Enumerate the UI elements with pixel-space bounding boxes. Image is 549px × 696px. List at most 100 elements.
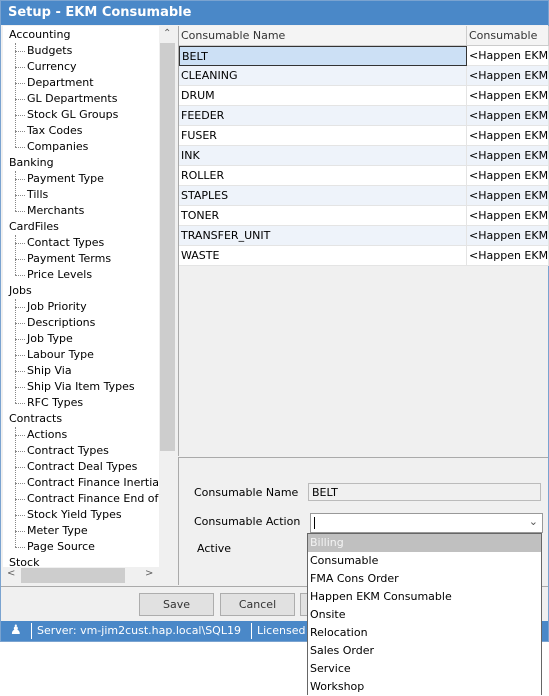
tree-connector: [15, 339, 25, 340]
dropdown-option[interactable]: FMA Cons Order: [308, 570, 541, 588]
table-row[interactable]: WASTE<Happen EKM Co: [179, 246, 549, 266]
dropdown-option[interactable]: Relocation: [308, 624, 541, 642]
table-row[interactable]: FEEDER<Happen EKM Co: [179, 106, 549, 126]
table-row[interactable]: ROLLER<Happen EKM Co: [179, 166, 549, 186]
column-header-action[interactable]: Consumable Acti: [467, 26, 549, 62]
scroll-up-icon[interactable]: ⌃: [163, 28, 171, 39]
tree-item[interactable]: Page Source: [27, 539, 95, 555]
table-row[interactable]: INK<Happen EKM Co: [179, 146, 549, 166]
tree-item[interactable]: Contract Types: [27, 443, 109, 459]
tree-connector: [15, 499, 25, 500]
table-row[interactable]: DRUM<Happen EKM Co: [179, 86, 549, 106]
dropdown-option[interactable]: Sales Order: [308, 642, 541, 660]
tree-item[interactable]: Companies: [27, 139, 88, 155]
column-header-name[interactable]: Consumable Name: [179, 26, 467, 46]
tree-item[interactable]: Job Priority: [27, 299, 87, 315]
tree-vertical-scrollbar[interactable]: ⌃: [159, 26, 176, 567]
tree-item[interactable]: GL Departments: [27, 91, 117, 107]
tree-item[interactable]: Merchants: [27, 203, 84, 219]
consumable-action-dropdown-list[interactable]: Billing Consumable FMA Cons Order Happen EK…: [307, 533, 542, 695]
tree-item[interactable]: Stock Yield Types: [27, 507, 122, 523]
tree-item[interactable]: Contract Finance Inertia: [27, 475, 159, 491]
tree-connector: [15, 307, 25, 308]
cell-consumable-name[interactable]: BELT: [179, 46, 467, 66]
tree-category[interactable]: Jobs: [9, 283, 32, 299]
tree-connector: [15, 195, 25, 196]
tree-item[interactable]: Actions: [27, 427, 67, 443]
dropdown-option[interactable]: Service: [308, 660, 541, 678]
tree-item[interactable]: Tax Codes: [27, 123, 83, 139]
cell-consumable-action[interactable]: <Happen EKM Co: [467, 126, 549, 146]
tree-connector: [15, 547, 25, 548]
tree-category[interactable]: Contracts: [9, 411, 62, 427]
cell-consumable-name[interactable]: DRUM: [179, 86, 467, 106]
dropdown-option[interactable]: Happen EKM Consumable: [308, 588, 541, 606]
dropdown-option[interactable]: Consumable: [308, 552, 541, 570]
cell-consumable-action[interactable]: <Happen EKM Co: [467, 46, 549, 66]
tree-category[interactable]: Banking: [9, 155, 54, 171]
cell-consumable-action[interactable]: <Happen EKM Co: [467, 206, 549, 226]
tree-item[interactable]: Ship Via: [27, 363, 72, 379]
tree-item[interactable]: RFC Types: [27, 395, 83, 411]
cell-consumable-action[interactable]: <Happen EKM Co: [467, 246, 549, 266]
table-row[interactable]: FUSER<Happen EKM Co: [179, 126, 549, 146]
setup-tree[interactable]: Accounting Budgets Currency Department GL De…: [3, 26, 159, 567]
consumable-action-select[interactable]: ⌄: [310, 513, 543, 533]
tree-item[interactable]: Contract Deal Types: [27, 459, 137, 475]
cell-consumable-name[interactable]: WASTE: [179, 246, 467, 266]
cell-consumable-name[interactable]: CLEANING: [179, 66, 467, 86]
cell-consumable-action[interactable]: <Happen EKM Co: [467, 106, 549, 126]
save-button[interactable]: Save: [139, 593, 214, 616]
cell-consumable-name[interactable]: TRANSFER_UNIT: [179, 226, 467, 246]
scroll-right-icon[interactable]: >: [145, 568, 153, 579]
tree-item[interactable]: Currency: [27, 59, 77, 75]
tree-item[interactable]: Stock GL Groups: [27, 107, 118, 123]
tree-item[interactable]: Descriptions: [27, 315, 95, 331]
cell-consumable-action[interactable]: <Happen EKM Co: [467, 66, 549, 86]
cell-consumable-action[interactable]: <Happen EKM Co: [467, 226, 549, 246]
cell-consumable-name[interactable]: FEEDER: [179, 106, 467, 126]
consumable-name-field[interactable]: BELT: [308, 483, 541, 501]
table-row[interactable]: TRANSFER_UNIT<Happen EKM Co: [179, 226, 549, 246]
tree-connector: [15, 147, 25, 148]
cell-consumable-action[interactable]: <Happen EKM Co: [467, 146, 549, 166]
cell-consumable-action[interactable]: <Happen EKM Co: [467, 186, 549, 206]
scroll-left-icon[interactable]: <: [7, 568, 15, 579]
cell-consumable-action[interactable]: <Happen EKM Co: [467, 166, 549, 186]
cell-consumable-name[interactable]: TONER: [179, 206, 467, 226]
tree-item[interactable]: Job Type: [27, 331, 73, 347]
chevron-down-icon[interactable]: ⌄: [529, 515, 538, 528]
cell-consumable-name[interactable]: ROLLER: [179, 166, 467, 186]
scrollbar-thumb[interactable]: [160, 43, 175, 451]
dropdown-option[interactable]: Billing: [308, 534, 541, 552]
table-row[interactable]: TONER<Happen EKM Co: [179, 206, 549, 226]
tree-item[interactable]: Department: [27, 75, 94, 91]
tree-item[interactable]: Budgets: [27, 43, 72, 59]
tree-item[interactable]: Price Levels: [27, 267, 92, 283]
tree-category[interactable]: Stock: [9, 555, 39, 567]
tree-item[interactable]: Meter Type: [27, 523, 88, 539]
dropdown-option[interactable]: Onsite: [308, 606, 541, 624]
cell-consumable-action[interactable]: <Happen EKM Co: [467, 86, 549, 106]
table-row[interactable]: STAPLES<Happen EKM Co: [179, 186, 549, 206]
cell-consumable-name[interactable]: FUSER: [179, 126, 467, 146]
tree-item[interactable]: Contract Finance End of Te: [27, 491, 159, 507]
tree-item[interactable]: Tills: [27, 187, 48, 203]
scrollbar-thumb[interactable]: [21, 568, 125, 583]
tree-horizontal-scrollbar[interactable]: < >: [3, 567, 159, 584]
tree-item[interactable]: Payment Type: [27, 171, 104, 187]
tree-connector: [15, 171, 16, 211]
tree-item[interactable]: Labour Type: [27, 347, 94, 363]
tree-category[interactable]: CardFiles: [9, 219, 59, 235]
table-row[interactable]: BELT<Happen EKM Co: [179, 46, 549, 66]
tree-item[interactable]: Payment Terms: [27, 251, 111, 267]
tree-item[interactable]: Ship Via Item Types: [27, 379, 135, 395]
cell-consumable-name[interactable]: STAPLES: [179, 186, 467, 206]
tree-connector: [15, 467, 25, 468]
cancel-button[interactable]: Cancel: [220, 593, 295, 616]
cell-consumable-name[interactable]: INK: [179, 146, 467, 166]
dropdown-option[interactable]: Workshop: [308, 678, 541, 696]
tree-item[interactable]: Contact Types: [27, 235, 104, 251]
table-row[interactable]: CLEANING<Happen EKM Co: [179, 66, 549, 86]
tree-category[interactable]: Accounting: [9, 27, 70, 43]
